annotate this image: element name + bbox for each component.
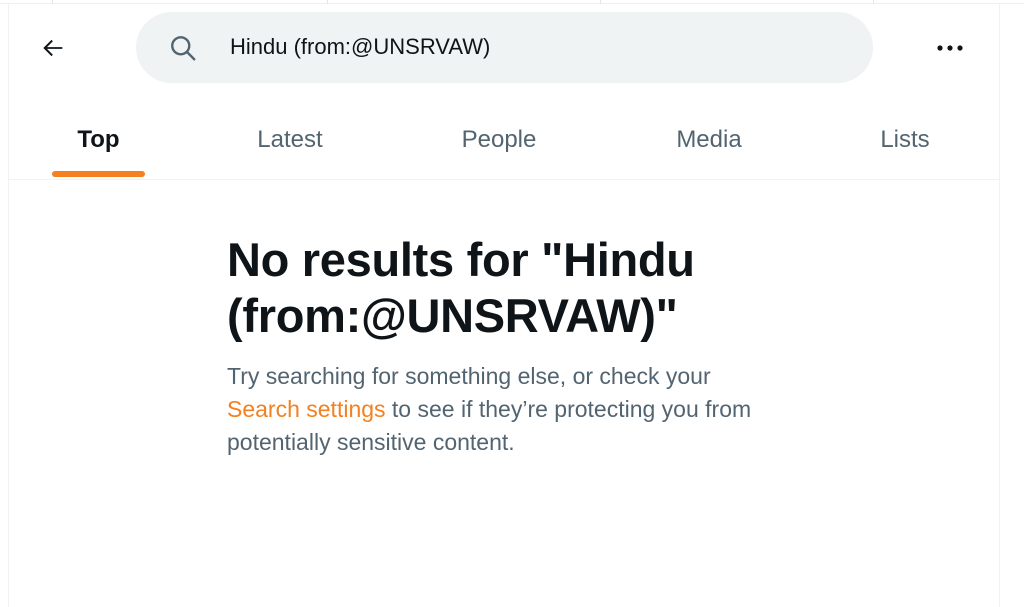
more-options-button[interactable] (928, 30, 972, 66)
page: Top Latest People Media Lists No results… (0, 0, 1024, 607)
search-settings-link[interactable]: Search settings (227, 396, 386, 422)
tab-lists[interactable]: Lists (845, 100, 965, 179)
tab-label: Top (77, 125, 120, 153)
search-box[interactable] (136, 12, 873, 83)
message-text: Try searching for something else, or che… (227, 363, 711, 389)
empty-state: No results for "Hindu (from:@UNSRVAW)" T… (227, 232, 787, 459)
arrow-left-icon (43, 39, 63, 57)
tab-latest[interactable]: Latest (230, 100, 350, 179)
tab-label: Media (676, 125, 742, 153)
tab-media[interactable]: Media (649, 100, 769, 179)
tab-label: Lists (880, 125, 930, 153)
tab-people[interactable]: People (439, 100, 559, 179)
back-button[interactable] (30, 28, 76, 68)
tab-top[interactable]: Top (52, 100, 145, 179)
search-header (0, 0, 1024, 90)
tab-label: People (461, 125, 537, 153)
ellipsis-icon (937, 45, 963, 51)
no-results-message: Try searching for something else, or che… (227, 360, 787, 459)
tab-label: Latest (257, 125, 323, 153)
search-input[interactable] (230, 26, 830, 68)
active-tab-indicator (52, 171, 145, 177)
search-tabs: Top Latest People Media Lists (8, 100, 1000, 180)
magnifier-icon (171, 36, 196, 61)
no-results-title: No results for "Hindu (from:@UNSRVAW)" (227, 233, 695, 342)
